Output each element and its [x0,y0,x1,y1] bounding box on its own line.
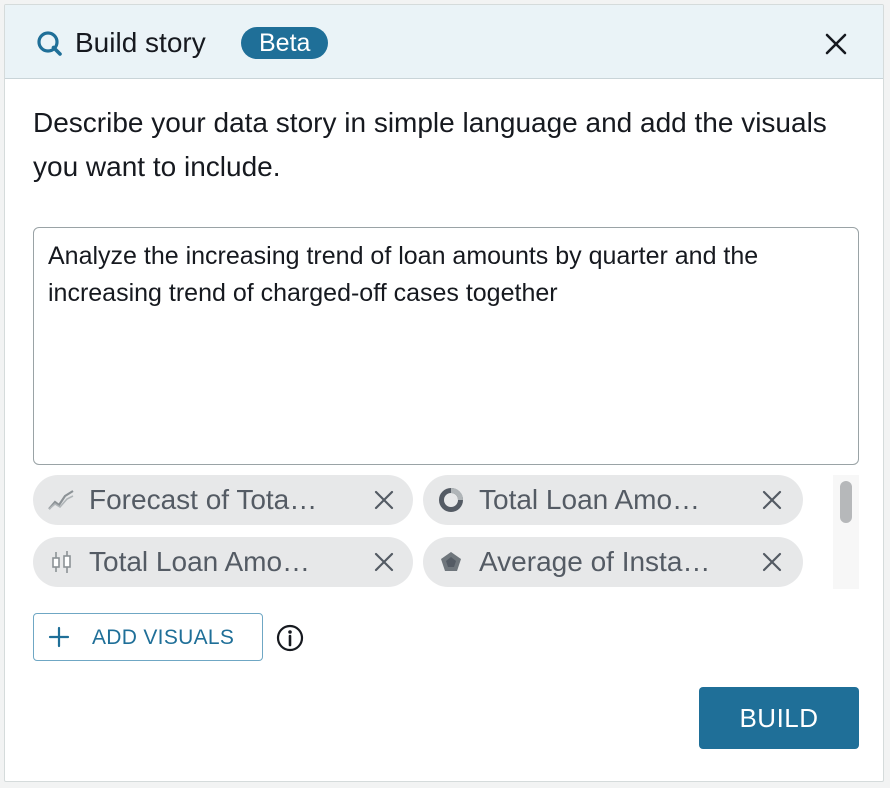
remove-visual-icon[interactable] [759,549,785,575]
plus-icon [48,626,70,648]
instructions-text: Describe your data story in simple langu… [33,107,827,182]
add-visuals-button[interactable]: ADD VISUALS [33,613,263,661]
quicksight-q-icon [37,31,62,56]
close-icon[interactable] [819,27,853,61]
visual-chip-label: Average of Insta… [479,546,711,577]
visual-chip[interactable]: Total Loan Amo… [33,537,413,587]
panel-header: Build story Beta [5,5,883,79]
visual-chip[interactable]: Forecast of Tota… [33,475,413,525]
add-visuals-label: ADD VISUALS [92,626,235,649]
story-prompt-textarea[interactable]: Analyze the increasing trend of loan amo… [33,227,859,465]
visual-chip[interactable]: Average of Insta… [423,537,803,587]
visual-chip-label: Total Loan Amo… [89,546,311,577]
visual-chip[interactable]: Total Loan Amo… [423,475,803,525]
selected-visuals-list: Forecast of Tota… Total Loan Amo… Total … [33,471,813,591]
remove-visual-icon[interactable] [759,487,785,513]
line-chart-icon [48,490,74,510]
visuals-scrollbar[interactable] [833,475,859,589]
donut-chart-icon [439,488,463,512]
remove-visual-icon[interactable] [371,549,397,575]
info-icon[interactable] [275,623,305,653]
visual-chip-label: Forecast of Tota… [89,484,318,515]
scrollbar-thumb[interactable] [840,481,852,523]
build-button[interactable]: BUILD [699,687,859,749]
remove-visual-icon[interactable] [371,487,397,513]
visual-chip-label: Total Loan Amo… [479,484,701,515]
beta-badge: Beta [241,27,329,59]
build-story-panel: Build story Beta Describe your data stor… [4,4,884,782]
panel-title: Build story [75,27,206,58]
box-plot-icon [52,551,71,573]
radar-chart-icon [441,552,461,571]
